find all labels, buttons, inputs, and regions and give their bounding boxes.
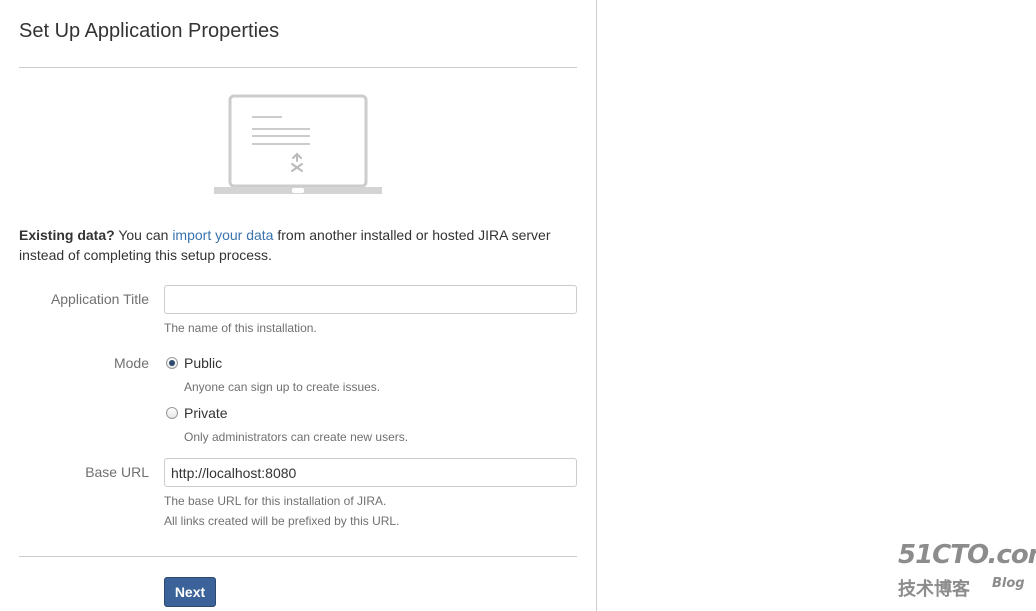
base-url-hint-line1: The base URL for this installation of JI…: [164, 494, 387, 508]
laptop-upload-icon: [214, 94, 382, 194]
page: Set Up Application Properties Existing d…: [0, 0, 1036, 611]
public-radio[interactable]: [166, 357, 178, 369]
mode-private-option[interactable]: Private: [166, 404, 228, 422]
title-divider: [19, 67, 577, 68]
watermark-site-text: 51CTO.com: [898, 540, 1036, 570]
mode-label: Mode: [113, 355, 149, 371]
import-data-link[interactable]: import your data: [172, 227, 273, 243]
watermark-blog-cn-text: 技术博客: [898, 579, 970, 600]
setup-panel: Set Up Application Properties Existing d…: [0, 0, 597, 611]
base-url-hint-line2: All links created will be prefixed by th…: [164, 514, 400, 528]
intro-text-before-link: You can: [114, 227, 173, 243]
private-radio[interactable]: [166, 407, 178, 419]
application-title-label: Application Title: [50, 291, 149, 307]
application-title-hint: The name of this installation.: [164, 321, 317, 335]
public-radio-hint: Anyone can sign up to create issues.: [184, 380, 381, 394]
existing-data-lead: Existing data?: [19, 227, 115, 243]
application-title-input[interactable]: [164, 285, 577, 314]
private-radio-hint: Only administrators can create new users…: [184, 430, 409, 444]
existing-data-notice: Existing data? You can import your data …: [19, 225, 579, 265]
next-button[interactable]: Next: [164, 577, 216, 607]
base-url-label: Base URL: [85, 464, 149, 480]
public-radio-label[interactable]: Public: [184, 355, 222, 371]
page-title: Set Up Application Properties: [19, 20, 280, 42]
mode-public-option[interactable]: Public: [166, 354, 222, 372]
watermark-logo: 51CTO.com 技术博客 Blog: [896, 540, 1036, 606]
base-url-input[interactable]: [164, 458, 577, 487]
private-radio-label[interactable]: Private: [184, 405, 228, 421]
watermark-blog-en-text: Blog: [992, 576, 1025, 591]
actions-divider: [19, 556, 577, 557]
